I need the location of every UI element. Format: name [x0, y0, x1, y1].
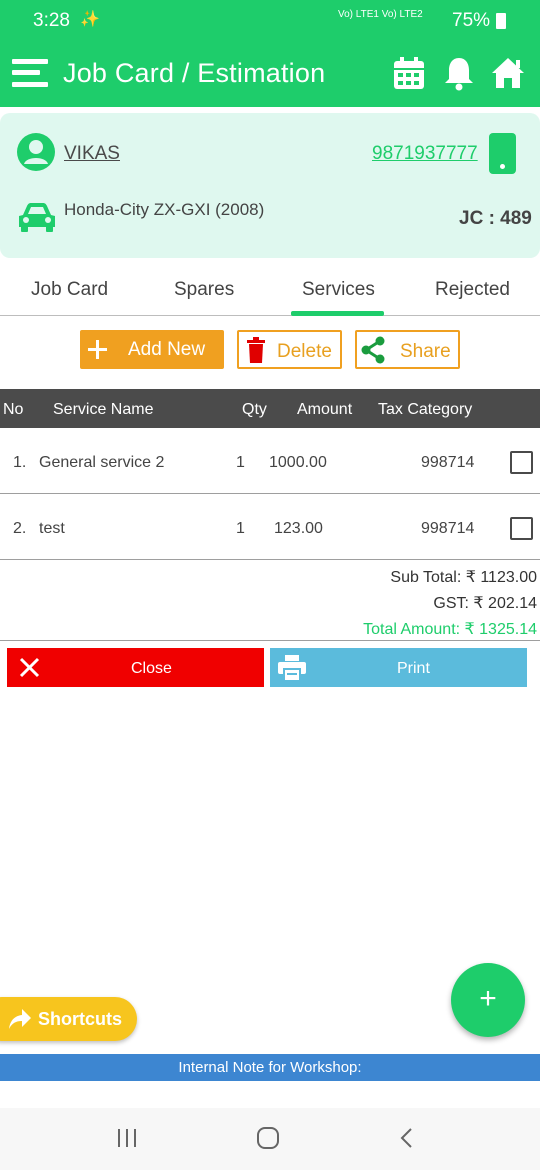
car-icon — [19, 203, 55, 232]
total-amount: Total Amount: ₹ 1325.14 — [363, 621, 537, 638]
floating-add-button[interactable]: + — [451, 963, 525, 1037]
totals-section: Sub Total: ₹ 1123.00 GST: ₹ 202.14 Total… — [0, 560, 540, 641]
phone-icon[interactable] — [489, 133, 516, 174]
close-label: Close — [131, 660, 172, 677]
battery-icon — [496, 13, 506, 29]
customer-phone[interactable]: 9871937777 — [372, 143, 478, 165]
user-icon — [17, 133, 55, 171]
active-tab-indicator — [291, 311, 384, 316]
tab-services[interactable]: Services — [302, 279, 375, 301]
network-indicator: Vo) LTE1 Vo) LTE2 — [338, 9, 423, 20]
column-amount: Amount — [297, 401, 353, 418]
page-title: Job Card / Estimation — [63, 58, 326, 88]
delete-label: Delete — [277, 341, 332, 362]
menu-icon[interactable] — [12, 57, 48, 89]
row-amount: 123.00 — [274, 520, 323, 537]
internal-note-bar[interactable]: Internal Note for Workshop: — [0, 1054, 540, 1081]
sparkle-icon: ✨ — [80, 11, 100, 28]
print-button[interactable]: Print — [270, 648, 527, 687]
forward-arrow-icon — [9, 1009, 31, 1029]
table-row: 2. test 1 123.00 998714 — [0, 494, 540, 560]
home-nav-icon[interactable] — [256, 1126, 280, 1150]
row-qty: 1 — [236, 520, 245, 537]
calendar-icon[interactable] — [391, 55, 427, 91]
row-amount: 1000.00 — [269, 454, 327, 471]
column-tax-category: Tax Category — [378, 401, 473, 418]
home-icon[interactable] — [490, 55, 526, 91]
gst-amount: GST: ₹ 202.14 — [433, 595, 537, 612]
plus-icon — [88, 340, 107, 359]
column-qty: Qty — [242, 401, 267, 418]
row-no: 1. — [13, 454, 27, 471]
status-bar: 3:28 ✨ Vo) LTE1 Vo) LTE2 75% — [0, 0, 540, 41]
share-label: Share — [400, 341, 451, 362]
back-icon[interactable] — [398, 1126, 414, 1150]
customer-card: VIKAS 9871937777 Honda-City ZX-GXI (2008… — [0, 113, 540, 258]
share-icon — [361, 336, 385, 364]
job-card-number: JC : 489 — [459, 208, 532, 229]
share-button[interactable]: Share — [355, 330, 460, 369]
row-service-name: test — [39, 520, 65, 537]
printer-icon — [278, 655, 306, 681]
column-service-name: Service Name — [53, 401, 154, 418]
sub-total: Sub Total: ₹ 1123.00 — [390, 569, 537, 586]
bell-icon[interactable] — [441, 55, 477, 91]
row-no: 2. — [13, 520, 27, 537]
status-time: 3:28 — [33, 10, 70, 31]
battery-level: 75% — [452, 10, 491, 31]
row-checkbox[interactable] — [510, 517, 533, 540]
delete-button[interactable]: Delete — [237, 330, 342, 369]
shortcuts-label: Shortcuts — [38, 1009, 123, 1029]
tab-job-card[interactable]: Job Card — [31, 279, 108, 301]
trash-icon — [247, 337, 265, 363]
services-table-header: No Service Name Qty Amount Tax Category — [0, 389, 540, 428]
column-no: No — [3, 401, 24, 418]
add-new-button[interactable]: Add New — [80, 330, 224, 369]
system-nav-bar — [0, 1108, 540, 1170]
vehicle-info: Honda-City ZX-GXI (2008) — [64, 200, 265, 219]
tab-spares[interactable]: Spares — [174, 279, 234, 301]
table-row: 1. General service 2 1 1000.00 998714 — [0, 428, 540, 494]
close-icon — [19, 657, 40, 678]
shortcuts-button[interactable]: Shortcuts — [0, 997, 137, 1041]
row-checkbox[interactable] — [510, 451, 533, 474]
tab-rejected[interactable]: Rejected — [435, 279, 510, 301]
recent-apps-icon[interactable] — [116, 1126, 138, 1150]
app-bar: Job Card / Estimation — [0, 41, 540, 107]
close-button[interactable]: Close — [7, 648, 264, 687]
row-qty: 1 — [236, 454, 245, 471]
customer-name[interactable]: VIKAS — [64, 143, 120, 165]
add-new-label: Add New — [128, 339, 206, 360]
tab-bar: Job Card Spares Services Rejected — [0, 262, 540, 316]
print-label: Print — [397, 660, 430, 677]
row-tax-category: 998714 — [421, 454, 475, 471]
row-tax-category: 998714 — [421, 520, 475, 537]
row-service-name: General service 2 — [39, 454, 165, 471]
